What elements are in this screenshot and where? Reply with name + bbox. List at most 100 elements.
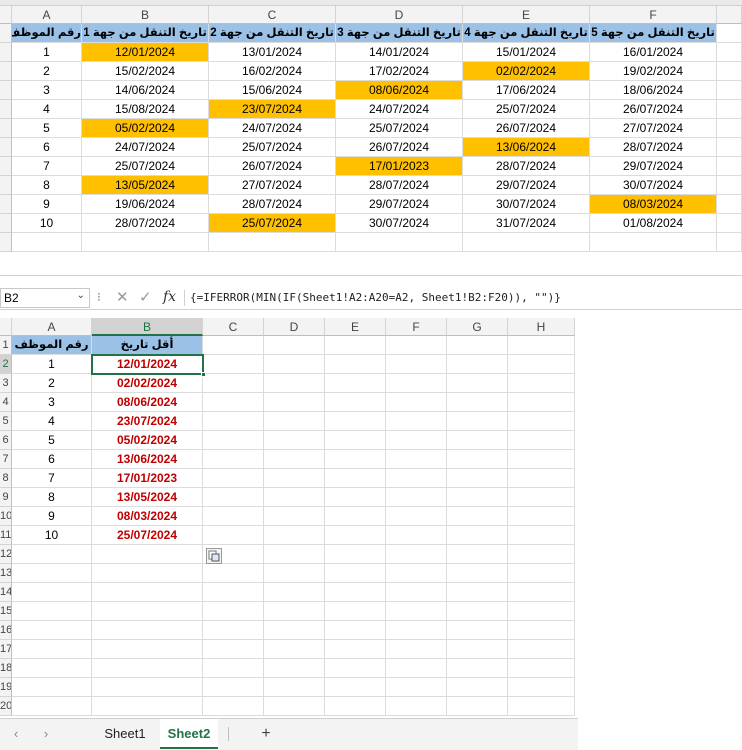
column-header-d[interactable]: D <box>264 318 325 336</box>
table-cell[interactable]: 14/01/2024 <box>336 43 463 62</box>
table-cell[interactable]: 2 <box>12 374 92 393</box>
table-cell[interactable] <box>203 602 264 621</box>
table-cell[interactable] <box>386 374 447 393</box>
table-cell[interactable] <box>447 678 508 697</box>
table-cell[interactable]: 19/06/2024 <box>82 195 209 214</box>
table-cell[interactable]: 6 <box>12 450 92 469</box>
table-cell[interactable] <box>386 488 447 507</box>
table-cell[interactable] <box>203 488 264 507</box>
empty-cell[interactable] <box>717 43 742 62</box>
row-header[interactable]: 14 <box>0 583 12 602</box>
table-cell[interactable]: 18/06/2024 <box>590 81 717 100</box>
table-cell[interactable] <box>12 678 92 697</box>
table-cell[interactable] <box>203 469 264 488</box>
table-cell[interactable]: 30/07/2024 <box>590 176 717 195</box>
table-cell[interactable] <box>447 393 508 412</box>
table-cell[interactable] <box>386 697 447 716</box>
row-header[interactable] <box>0 24 12 43</box>
table-cell[interactable] <box>325 412 386 431</box>
table-cell[interactable] <box>447 374 508 393</box>
table-cell[interactable] <box>386 583 447 602</box>
scroll-right-icon[interactable]: › <box>38 719 54 749</box>
table-cell[interactable] <box>264 469 325 488</box>
table-cell[interactable] <box>264 355 325 374</box>
table-cell[interactable]: 25/07/2024 <box>463 100 590 119</box>
enter-check-icon[interactable]: ✓ <box>139 288 152 306</box>
row-header[interactable] <box>0 195 12 214</box>
table-cell[interactable] <box>264 393 325 412</box>
table-cell[interactable] <box>12 640 92 659</box>
table-cell[interactable]: 28/07/2024 <box>336 176 463 195</box>
table-cell[interactable] <box>447 431 508 450</box>
column-header-d[interactable]: D <box>336 6 463 24</box>
table-cell[interactable]: 25/07/2024 <box>336 119 463 138</box>
table-cell[interactable] <box>447 659 508 678</box>
table-cell[interactable] <box>92 621 203 640</box>
table-cell[interactable] <box>325 374 386 393</box>
formula-input[interactable]: {=IFERROR(MIN(IF(Sheet1!A2:A20=A2, Sheet… <box>190 288 742 308</box>
table-cell[interactable] <box>264 431 325 450</box>
table-cell[interactable] <box>264 488 325 507</box>
table-cell[interactable] <box>386 640 447 659</box>
table-cell[interactable] <box>264 412 325 431</box>
header-cell[interactable]: تاريخ التنقل من جهة 4 <box>463 24 590 43</box>
table-cell[interactable]: 30/07/2024 <box>463 195 590 214</box>
table-cell[interactable] <box>325 621 386 640</box>
row-header[interactable] <box>0 81 12 100</box>
table-cell[interactable] <box>12 545 92 564</box>
table-cell[interactable]: 24/07/2024 <box>209 119 336 138</box>
table-cell[interactable]: 13/05/2024 <box>82 176 209 195</box>
column-header-a[interactable]: A <box>12 318 92 336</box>
row-header[interactable]: 17 <box>0 640 12 659</box>
fill-handle[interactable] <box>201 372 206 377</box>
table-cell[interactable] <box>325 469 386 488</box>
table-cell[interactable] <box>264 450 325 469</box>
row-header[interactable]: 1 <box>0 336 12 355</box>
table-cell[interactable] <box>386 526 447 545</box>
table-cell[interactable] <box>325 602 386 621</box>
table-cell[interactable]: 9 <box>12 507 92 526</box>
table-cell[interactable] <box>264 507 325 526</box>
row-header[interactable] <box>0 62 12 81</box>
table-cell[interactable] <box>203 355 264 374</box>
table-cell[interactable] <box>386 564 447 583</box>
table-cell[interactable]: 8 <box>12 176 82 195</box>
table-cell[interactable]: 08/06/2024 <box>336 81 463 100</box>
column-header-f[interactable]: F <box>590 6 717 24</box>
row-header[interactable]: 19 <box>0 678 12 697</box>
table-cell[interactable] <box>447 545 508 564</box>
select-all-corner[interactable] <box>0 318 12 336</box>
table-cell[interactable]: 29/07/2024 <box>590 157 717 176</box>
table-cell[interactable]: 5 <box>12 119 82 138</box>
table-cell[interactable]: 28/07/2024 <box>463 157 590 176</box>
table-cell[interactable]: 17/06/2024 <box>463 81 590 100</box>
table-cell[interactable] <box>508 393 575 412</box>
empty-cell[interactable] <box>717 233 742 252</box>
table-cell[interactable] <box>508 659 575 678</box>
table-cell[interactable] <box>12 583 92 602</box>
header-cell[interactable] <box>264 336 325 355</box>
empty-cell[interactable] <box>717 157 742 176</box>
column-header-a[interactable]: A <box>12 6 82 24</box>
table-cell[interactable]: 02/02/2024 <box>463 62 590 81</box>
table-cell[interactable]: 17/01/2023 <box>336 157 463 176</box>
table-cell[interactable] <box>325 678 386 697</box>
table-cell[interactable] <box>386 678 447 697</box>
column-header-b[interactable]: B <box>92 318 203 336</box>
add-sheet-button[interactable]: + <box>256 719 276 749</box>
row-header[interactable] <box>0 176 12 195</box>
header-cell[interactable]: رقم الموظف <box>12 336 92 355</box>
row-header[interactable]: 13 <box>0 564 12 583</box>
row-header[interactable]: 6 <box>0 431 12 450</box>
table-cell[interactable] <box>203 431 264 450</box>
row-header[interactable] <box>0 119 12 138</box>
table-cell[interactable] <box>92 602 203 621</box>
table-cell[interactable]: 24/07/2024 <box>336 100 463 119</box>
row-header[interactable]: 15 <box>0 602 12 621</box>
table-cell[interactable] <box>447 450 508 469</box>
row-header[interactable]: 12 <box>0 545 12 564</box>
table-cell[interactable] <box>508 355 575 374</box>
table-cell[interactable] <box>508 488 575 507</box>
table-cell[interactable] <box>325 507 386 526</box>
table-cell[interactable] <box>264 374 325 393</box>
